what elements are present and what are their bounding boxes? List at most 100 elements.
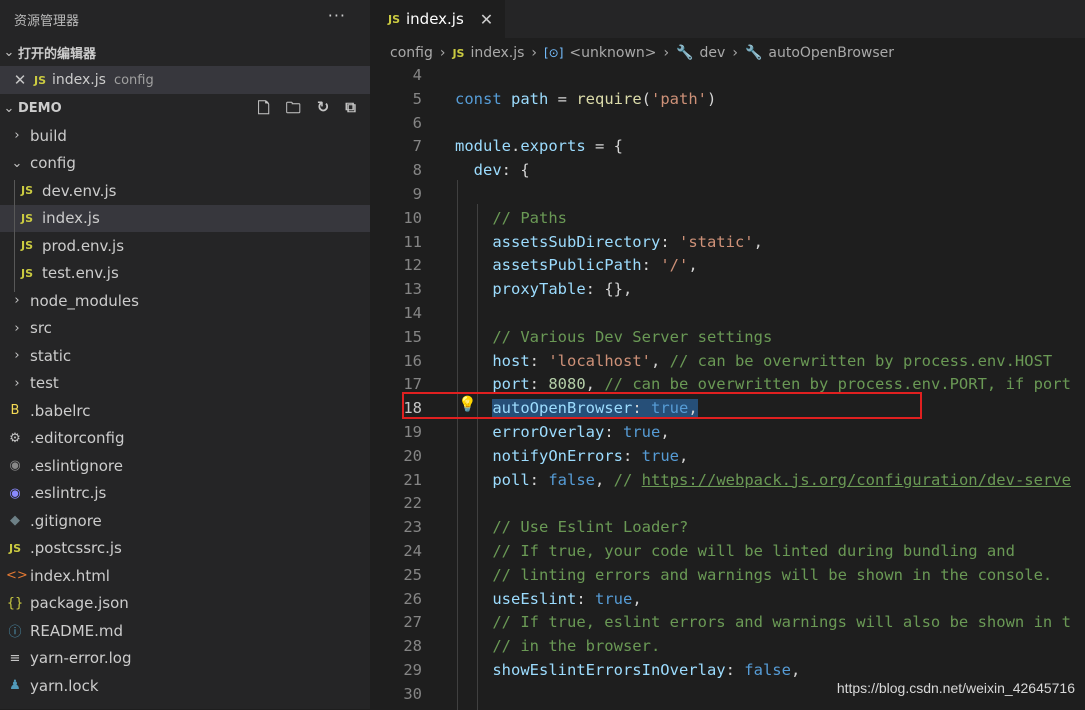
tree-file[interactable]: JS test.env.js bbox=[0, 260, 370, 288]
breadcrumb-file[interactable]: index.js bbox=[470, 45, 524, 61]
file-type-icon: <> bbox=[6, 568, 28, 584]
highlight-box bbox=[402, 392, 922, 419]
tree-file[interactable]: JS prod.env.js bbox=[0, 232, 370, 260]
close-icon[interactable]: ✕ bbox=[12, 71, 28, 89]
code-line[interactable]: 7 module.exports = { bbox=[370, 135, 1085, 159]
chevron-right-icon: › bbox=[14, 375, 20, 391]
line-number: 11 bbox=[403, 232, 422, 251]
breadcrumb-unknown[interactable]: <unknown> bbox=[569, 45, 656, 61]
code-line[interactable]: 14 bbox=[370, 302, 1085, 326]
tree-item-label: node_modules bbox=[30, 291, 139, 310]
code-line[interactable]: 15 // Various Dev Server settings bbox=[370, 326, 1085, 350]
code-line[interactable]: 5 const path = require('path') bbox=[370, 88, 1085, 112]
code-line[interactable]: 26 useEslint: true, bbox=[370, 588, 1085, 612]
line-number: 16 bbox=[403, 351, 422, 370]
new-folder-icon[interactable]: 🗀 bbox=[286, 98, 301, 123]
breadcrumb-dev[interactable]: dev bbox=[700, 45, 726, 61]
tree-file[interactable]: ◆ .gitignore bbox=[0, 507, 370, 535]
file-type-icon: JS bbox=[20, 184, 33, 198]
line-number: 7 bbox=[412, 137, 422, 156]
code-line[interactable]: 11 assetsSubDirectory: 'static', bbox=[370, 231, 1085, 255]
tree-file[interactable]: JS index.js bbox=[0, 204, 370, 232]
tab-index-js[interactable]: JS index.js ✕ bbox=[370, 0, 506, 38]
breadcrumb-config[interactable]: config bbox=[390, 45, 433, 61]
code-line[interactable]: 23 // Use Eslint Loader? bbox=[370, 516, 1085, 540]
chevron-right-icon: › bbox=[663, 45, 670, 61]
code-line[interactable]: 24 // If true, your code will be linted … bbox=[370, 540, 1085, 564]
code-line[interactable]: 12 assetsPublicPath: '/', bbox=[370, 254, 1085, 278]
tree-item-label: yarn-error.log bbox=[30, 649, 132, 668]
code-line[interactable]: 21 poll: false, // https://webpack.js.or… bbox=[370, 469, 1085, 493]
lightbulb-icon[interactable]: 💡 bbox=[458, 395, 477, 413]
chevron-right-icon: › bbox=[14, 348, 20, 364]
code-line[interactable]: 20 notifyOnErrors: true, bbox=[370, 445, 1085, 469]
open-editor-item[interactable]: ✕ JS index.js config bbox=[0, 66, 370, 94]
code-line[interactable]: 27 // If true, eslint errors and warning… bbox=[370, 611, 1085, 635]
line-number: 8 bbox=[412, 161, 422, 180]
code-line[interactable]: 16 host: 'localhost', // can be overwrit… bbox=[370, 350, 1085, 374]
code-text: assetsPublicPath: '/', bbox=[492, 256, 698, 275]
tree-file[interactable]: ⚙ .editorconfig bbox=[0, 425, 370, 453]
collapse-all-icon[interactable]: ⧉ bbox=[345, 98, 356, 123]
tree-folder[interactable]: ⌄ config bbox=[0, 150, 370, 178]
code-line[interactable]: 19 errorOverlay: true, bbox=[370, 421, 1085, 445]
line-number: 26 bbox=[403, 589, 422, 608]
code-text: // If true, eslint errors and warnings w… bbox=[492, 613, 1071, 632]
code-line[interactable]: 8 dev: { bbox=[370, 159, 1085, 183]
line-number: 21 bbox=[403, 470, 422, 489]
code-line[interactable]: 28 // in the browser. bbox=[370, 635, 1085, 659]
js-file-icon: JS bbox=[34, 73, 47, 87]
wrench-icon: 🔧 bbox=[676, 45, 694, 61]
tab-label: index.js bbox=[406, 10, 464, 28]
code-line[interactable]: 6 bbox=[370, 112, 1085, 136]
line-number: 22 bbox=[403, 494, 422, 513]
refresh-icon[interactable]: ↻ bbox=[317, 98, 330, 123]
code-line[interactable]: 25 // linting errors and warnings will b… bbox=[370, 564, 1085, 588]
tree-file[interactable]: ◉ .eslintrc.js bbox=[0, 480, 370, 508]
tree-file[interactable]: ⓘ README.md bbox=[0, 617, 370, 645]
tree-file[interactable]: ◉ .eslintignore bbox=[0, 452, 370, 480]
tree-folder[interactable]: › node_modules bbox=[0, 287, 370, 315]
workspace-header[interactable]: ⌄ DEMO 🗋 🗀 ↻ ⧉ bbox=[0, 94, 370, 122]
code-text: // Various Dev Server settings bbox=[492, 327, 773, 346]
tree-file[interactable]: <> index.html bbox=[0, 562, 370, 590]
line-number: 10 bbox=[403, 208, 422, 227]
js-file-icon: JS bbox=[452, 46, 465, 60]
tree-item-label: prod.env.js bbox=[42, 236, 125, 255]
code-line[interactable]: 4 bbox=[370, 64, 1085, 88]
tree-file[interactable]: ♟ yarn.lock bbox=[0, 672, 370, 700]
open-editors-header[interactable]: ⌄ 打开的编辑器 bbox=[0, 38, 370, 66]
line-number: 5 bbox=[412, 89, 422, 108]
line-number: 23 bbox=[403, 518, 422, 537]
file-type-icon: ◉ bbox=[9, 485, 21, 501]
breadcrumb-prop[interactable]: autoOpenBrowser bbox=[768, 45, 894, 61]
tree-file[interactable]: JS dev.env.js bbox=[0, 177, 370, 205]
code-line[interactable]: 22 bbox=[370, 492, 1085, 516]
tree-item-label: .editorconfig bbox=[30, 429, 125, 448]
explorer-actions: 🗋 🗀 ↻ ⧉ bbox=[258, 98, 356, 123]
tree-file[interactable]: {} package.json bbox=[0, 590, 370, 618]
code-line[interactable]: 13 proxyTable: {}, bbox=[370, 278, 1085, 302]
line-number: 29 bbox=[403, 661, 422, 679]
tree-file[interactable]: ≡ yarn-error.log bbox=[0, 645, 370, 673]
code-line[interactable]: 9 bbox=[370, 183, 1085, 207]
close-icon[interactable]: ✕ bbox=[480, 10, 493, 29]
tree-folder[interactable]: › build bbox=[0, 122, 370, 150]
tree-item-label: index.html bbox=[30, 566, 110, 585]
code-line[interactable]: 10 // Paths bbox=[370, 207, 1085, 231]
line-number: 24 bbox=[403, 542, 422, 560]
tree-item-label: index.js bbox=[42, 209, 100, 228]
tree-folder[interactable]: › src bbox=[0, 315, 370, 343]
code-text: module.exports = { bbox=[455, 137, 623, 156]
more-actions-icon[interactable]: ··· bbox=[328, 6, 346, 25]
line-number: 13 bbox=[403, 280, 422, 299]
tree-folder[interactable]: › static bbox=[0, 342, 370, 370]
code-text: poll: false, // https://webpack.js.org/c… bbox=[492, 470, 1071, 489]
code-text: // linting errors and warnings will be s… bbox=[492, 565, 1053, 584]
new-file-icon[interactable]: 🗋 bbox=[258, 98, 270, 123]
tree-folder[interactable]: › test bbox=[0, 370, 370, 398]
tree-item-label: static bbox=[30, 346, 72, 365]
tree-file[interactable]: B .babelrc bbox=[0, 397, 370, 425]
line-number: 15 bbox=[403, 327, 422, 346]
tree-file[interactable]: JS .postcssrc.js bbox=[0, 535, 370, 563]
